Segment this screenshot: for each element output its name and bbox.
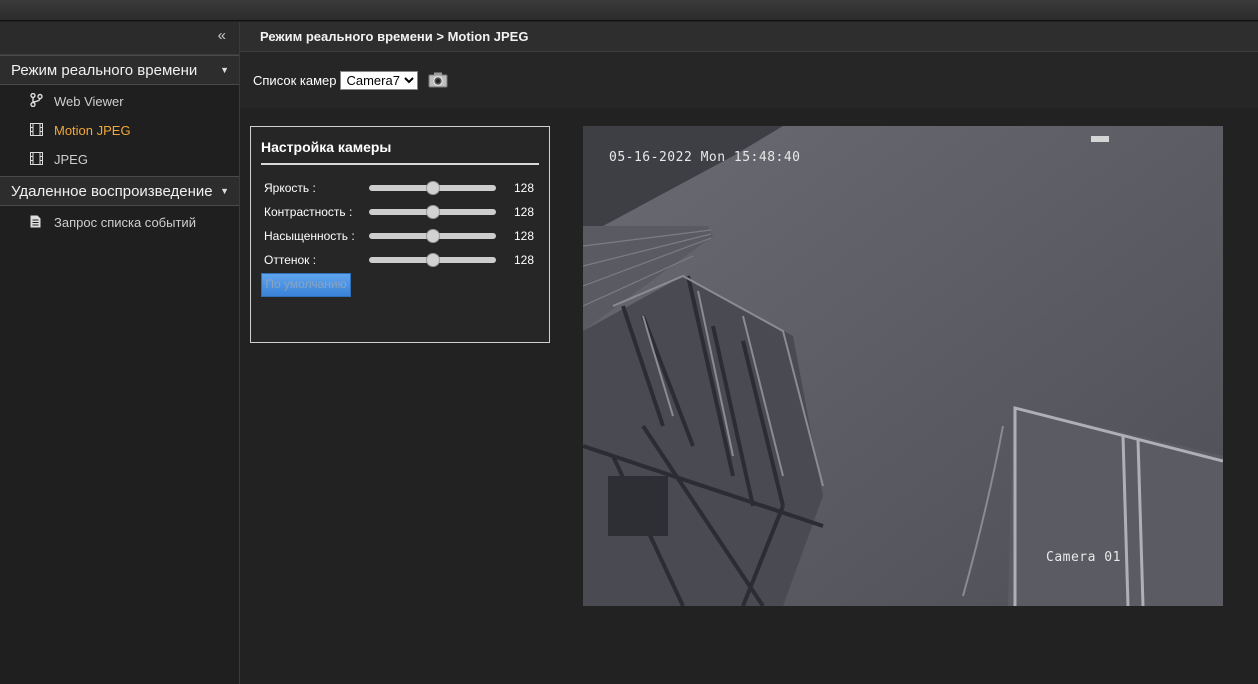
sidebar-collapse-row: « [0, 22, 239, 55]
camera-snapshot-icon[interactable] [428, 71, 448, 89]
section-live-view[interactable]: Режим реального времени ▼ [0, 55, 239, 85]
slider-thumb[interactable] [425, 253, 440, 267]
hue-label: Оттенок : [264, 253, 317, 267]
video-camera-name: Camera 01 [1046, 550, 1121, 565]
sidebar-item-jpeg[interactable]: JPEG [0, 145, 239, 174]
brightness-row: Яркость : 128 [251, 175, 549, 199]
slider-thumb[interactable] [425, 205, 440, 219]
sidebar-item-label: Web Viewer [54, 94, 124, 109]
sidebar-item-motion-jpeg[interactable]: Motion JPEG [0, 116, 239, 145]
camera-list-label: Список камер [253, 72, 337, 88]
sidebar-item-event-list[interactable]: Запрос списка событий [0, 208, 239, 237]
film-icon [30, 151, 54, 168]
brightness-value: 128 [514, 181, 535, 195]
reset-default-button[interactable]: По умолчанию [261, 273, 351, 297]
saturation-label: Насыщенность : [264, 229, 355, 243]
camera-bar: Список камер Camera7 [240, 52, 1258, 108]
document-icon [30, 215, 54, 231]
window-top-bar [0, 0, 1258, 21]
hue-slider[interactable] [369, 253, 496, 267]
contrast-row: Контрастность : 128 [251, 199, 549, 223]
section-live-view-label: Режим реального времени [11, 61, 198, 79]
sidebar-item-label: Motion JPEG [54, 123, 131, 138]
camera-frame-image [583, 126, 1223, 606]
video-timestamp: 05-16-2022 Mon 15:48:40 [609, 150, 801, 165]
branch-icon [30, 92, 54, 110]
caret-down-icon: ▼ [220, 65, 229, 75]
slider-thumb[interactable] [425, 181, 440, 195]
contrast-value: 128 [514, 205, 535, 219]
caret-down-icon: ▼ [220, 186, 229, 196]
saturation-slider[interactable] [369, 229, 496, 243]
sidebar-item-label: Запрос списка событий [54, 215, 196, 230]
slider-thumb[interactable] [425, 229, 440, 243]
saturation-row: Насыщенность : 128 [251, 223, 549, 247]
camera-settings-title: Настройка камеры [261, 139, 539, 165]
breadcrumb: Режим реального времени > Motion JPEG [240, 22, 1258, 52]
sidebar: « Режим реального времени ▼ Web Viewer M… [0, 22, 240, 684]
video-stream: 05-16-2022 Mon 15:48:40 Camera 01 [583, 126, 1223, 606]
film-icon [30, 122, 54, 139]
hue-row: Оттенок : 128 [251, 247, 549, 271]
double-chevron-left-icon[interactable]: « [218, 27, 226, 44]
sidebar-item-web-viewer[interactable]: Web Viewer [0, 87, 239, 116]
contrast-label: Контрастность : [264, 205, 353, 219]
camera-settings-panel: Настройка камеры Яркость : 128 Контрастн… [250, 126, 550, 343]
main-content: Режим реального времени > Motion JPEG Сп… [240, 22, 1258, 684]
brightness-label: Яркость : [264, 181, 316, 195]
hue-value: 128 [514, 253, 535, 267]
section-remote-playback[interactable]: Удаленное воспроизведение ▼ [0, 176, 239, 206]
contrast-slider[interactable] [369, 205, 496, 219]
sidebar-item-label: JPEG [54, 152, 88, 167]
section-remote-playback-label: Удаленное воспроизведение [11, 182, 213, 200]
camera-select[interactable]: Camera7 [340, 70, 419, 90]
brightness-slider[interactable] [369, 181, 496, 195]
saturation-value: 128 [514, 229, 535, 243]
